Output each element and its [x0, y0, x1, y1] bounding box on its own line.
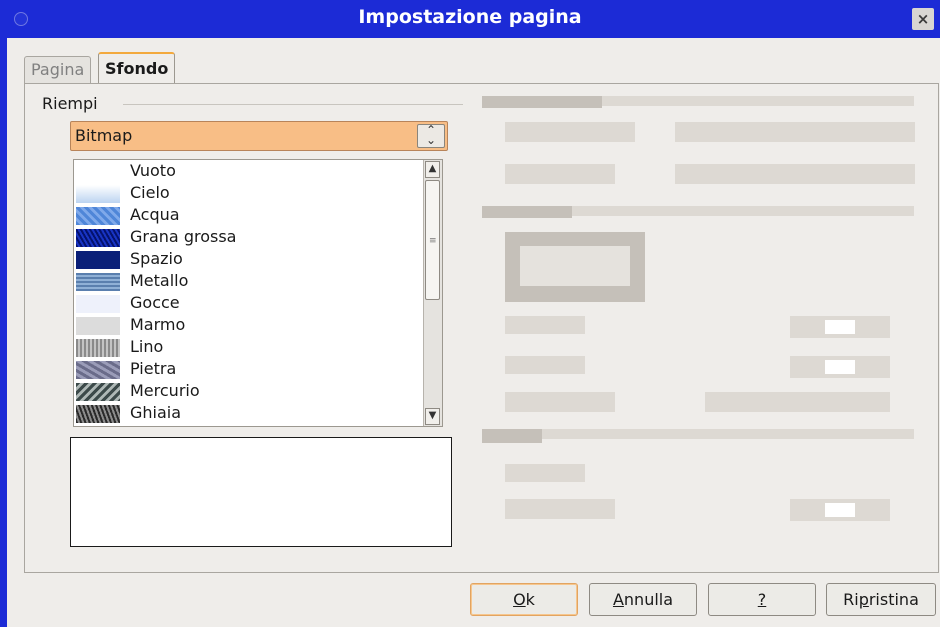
- background-panel: Riempi Bitmap ⌃ ⌄ Vuoto Cielo Acqua Gran…: [24, 83, 939, 573]
- list-item-label: Vuoto: [130, 161, 176, 180]
- blurred-label: [505, 164, 615, 184]
- title-bar[interactable]: Impostazione pagina ×: [0, 0, 940, 38]
- dialog-body: Pagina Sfondo Riempi Bitmap ⌃ ⌄ Vuoto Cie…: [7, 38, 940, 627]
- bitmap-grana-grossa-thumb: [76, 229, 120, 247]
- spin-arrows-icon[interactable]: ⌃ ⌄: [417, 124, 445, 148]
- list-item[interactable]: Metallo: [74, 270, 422, 292]
- blurred-label: [505, 499, 615, 519]
- ok-accel: O: [513, 590, 526, 609]
- reset-label-rest: ristina: [868, 590, 919, 609]
- list-item[interactable]: Gocce: [74, 292, 422, 314]
- bitmap-ghiaia-thumb: [76, 405, 120, 423]
- bitmap-acqua-thumb: [76, 207, 120, 225]
- cancel-accel: A: [612, 590, 624, 609]
- bitmap-lino-thumb: [76, 339, 120, 357]
- list-item[interactable]: Ghiaia: [74, 402, 422, 424]
- ok-button[interactable]: Ok: [470, 583, 578, 616]
- bitmap-metallo-thumb: [76, 273, 120, 291]
- bitmap-preview: [70, 437, 452, 547]
- blurred-label: [505, 356, 585, 374]
- bitmap-marmo-thumb: [76, 317, 120, 335]
- list-item-label: Pietra: [130, 359, 177, 378]
- blurred-field: [675, 122, 915, 142]
- group-divider: [123, 104, 463, 105]
- list-scrollbar[interactable]: ▲ ≡ ▼: [423, 160, 442, 426]
- list-item[interactable]: Cielo: [74, 182, 422, 204]
- bitmap-pietra-thumb: [76, 361, 120, 379]
- list-item[interactable]: Spazio: [74, 248, 422, 270]
- blurred-field-value: [825, 320, 855, 334]
- help-label: ?: [757, 590, 767, 609]
- fill-type-select[interactable]: Bitmap ⌃ ⌄: [70, 121, 448, 151]
- blurred-field-value: [825, 360, 855, 374]
- blurred-group-label: [482, 429, 542, 443]
- blurred-label: [505, 122, 635, 142]
- fill-group-label: Riempi: [42, 94, 104, 113]
- help-button[interactable]: ?: [708, 583, 816, 616]
- blurred-position-inner: [520, 246, 630, 286]
- blurred-field: [705, 392, 890, 412]
- scroll-down-icon[interactable]: ▼: [425, 408, 440, 425]
- cancel-button[interactable]: Annulla: [589, 583, 697, 616]
- reset-label-pre: Ri: [843, 590, 859, 609]
- list-item-label: Gocce: [130, 293, 180, 312]
- tab-pagina[interactable]: Pagina: [24, 56, 92, 83]
- cancel-label: nnulla: [623, 590, 674, 609]
- window-title: Impostazione pagina: [358, 6, 582, 28]
- bitmap-list[interactable]: Vuoto Cielo Acqua Grana grossa Spazio Me…: [73, 159, 443, 427]
- bitmap-cielo-thumb: [76, 185, 120, 203]
- ok-label: k: [525, 590, 535, 609]
- list-item-label: Cielo: [130, 183, 170, 202]
- bitmap-gocce-thumb: [76, 295, 120, 313]
- tab-sfondo[interactable]: Sfondo: [98, 52, 176, 85]
- blurred-group-label: [482, 96, 602, 108]
- bitmap-spazio-thumb: [76, 251, 120, 269]
- list-item-label: Acqua: [130, 205, 180, 224]
- list-item[interactable]: Pietra: [74, 358, 422, 380]
- close-icon[interactable]: ×: [912, 8, 934, 30]
- list-item-label: Grana grossa: [130, 227, 237, 246]
- blurred-label: [505, 392, 615, 412]
- dialog-window: Impostazione pagina × Pagina Sfondo Riem…: [0, 0, 940, 627]
- list-item[interactable]: Marmo: [74, 314, 422, 336]
- blurred-label: [505, 464, 585, 482]
- list-item-label: Mercurio: [130, 381, 200, 400]
- list-item[interactable]: Vuoto: [74, 160, 422, 182]
- list-item[interactable]: Acqua: [74, 204, 422, 226]
- reset-accel: p: [858, 590, 869, 609]
- blurred-group-label: [482, 206, 572, 218]
- list-item-label: Lino: [130, 337, 164, 356]
- bitmap-mercurio-thumb: [76, 383, 120, 401]
- grip-icon: ≡: [429, 236, 437, 246]
- blurred-field: [675, 164, 915, 184]
- list-item-label: Ghiaia: [130, 403, 182, 422]
- blurred-separator: [482, 429, 914, 439]
- list-item-label: Metallo: [130, 271, 189, 290]
- list-item[interactable]: Lino: [74, 336, 422, 358]
- blurred-field-value: [825, 503, 855, 517]
- list-item-label: Marmo: [130, 315, 186, 334]
- list-item-label: Spazio: [130, 249, 183, 268]
- reset-button[interactable]: Ripristina: [826, 583, 936, 616]
- list-item[interactable]: Mercurio: [74, 380, 422, 402]
- scrollbar-thumb[interactable]: ≡: [425, 180, 440, 300]
- bitmap-vuoto-thumb: [76, 163, 120, 181]
- scroll-up-icon[interactable]: ▲: [425, 161, 440, 178]
- list-item[interactable]: Grana grossa: [74, 226, 422, 248]
- fill-type-value: Bitmap: [75, 126, 133, 145]
- blurred-label: [505, 316, 585, 334]
